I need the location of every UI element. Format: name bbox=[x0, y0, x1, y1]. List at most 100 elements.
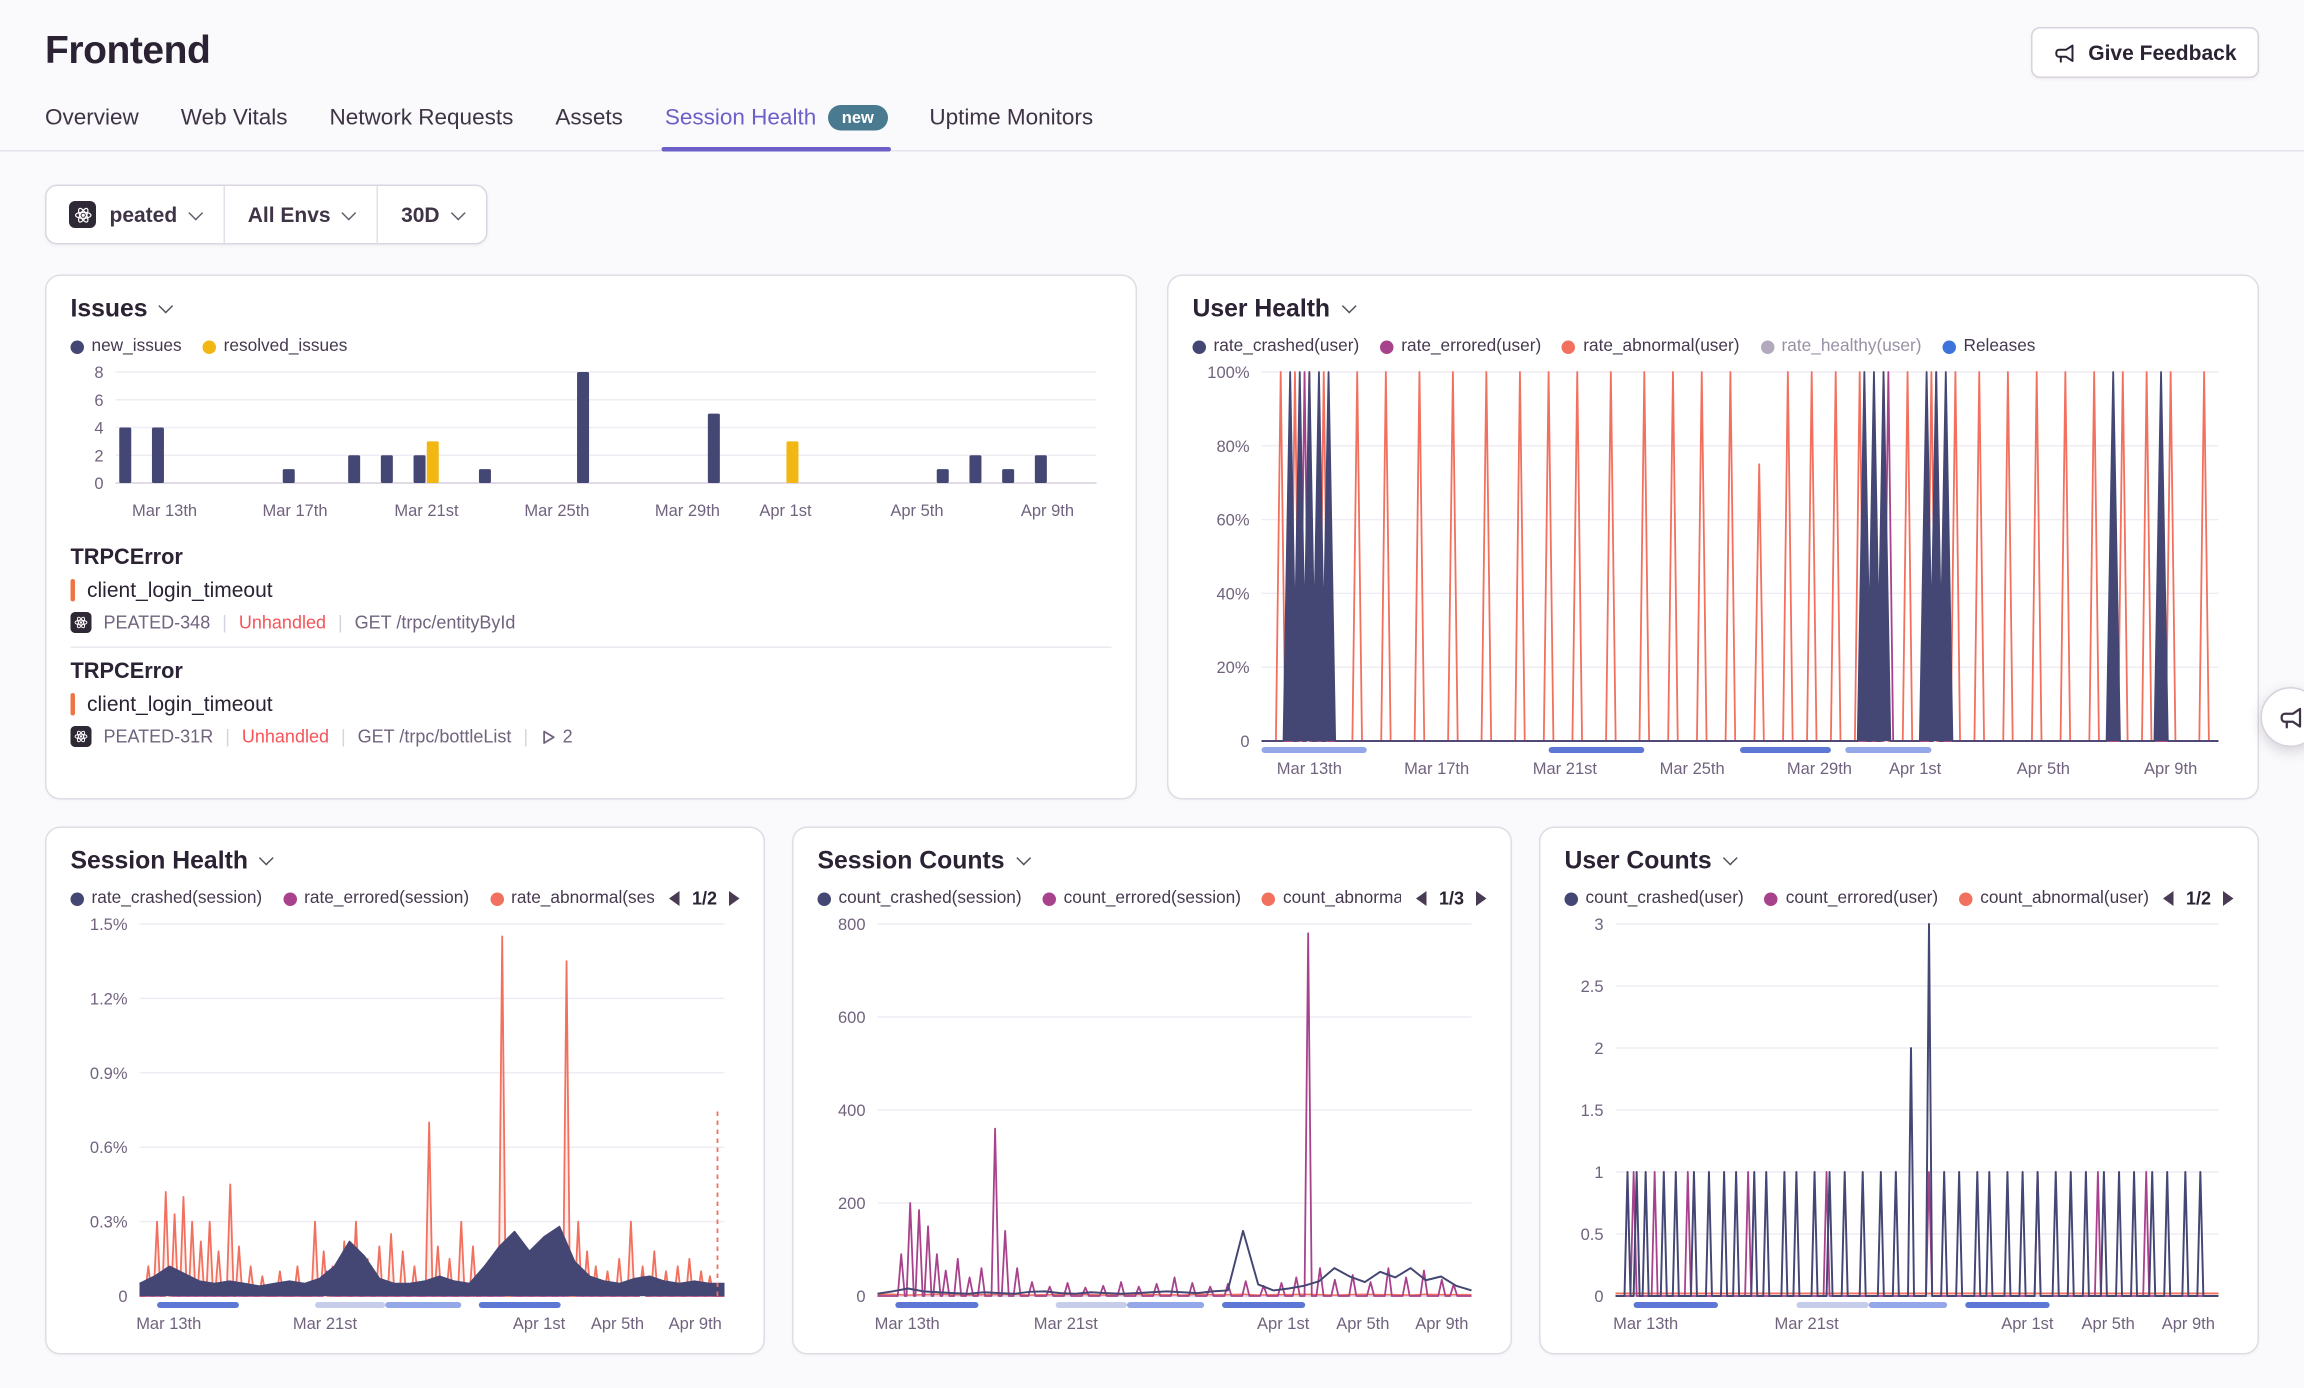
legend-label: count_crashed(user) bbox=[1586, 890, 1744, 908]
svg-text:800: 800 bbox=[838, 916, 866, 934]
issues-bar-chart[interactable]: 86420Mar 13thMar 17thMar 21stMar 25thMar… bbox=[71, 360, 1112, 528]
legend-item[interactable]: rate_crashed(user) bbox=[1193, 338, 1360, 356]
svg-text:Mar 13th: Mar 13th bbox=[132, 502, 197, 520]
pager-next-icon[interactable] bbox=[729, 891, 740, 906]
tab-bar: Overview Web Vitals Network Requests Ass… bbox=[0, 96, 2304, 152]
new-feature-badge: new bbox=[828, 105, 887, 131]
legend-dot-icon bbox=[1043, 892, 1057, 906]
tab-label: Session Health bbox=[665, 105, 816, 131]
svg-text:Mar 13th: Mar 13th bbox=[875, 1315, 940, 1333]
legend-item[interactable]: count_abnormal(user) bbox=[1959, 890, 2148, 908]
svg-text:Apr 9th: Apr 9th bbox=[1021, 502, 1074, 520]
svg-text:Apr 9th: Apr 9th bbox=[1415, 1315, 1468, 1333]
legend-dot-icon bbox=[1562, 340, 1576, 354]
user-counts-panel-title: User Counts bbox=[1565, 848, 1712, 877]
svg-text:Mar 25th: Mar 25th bbox=[1660, 760, 1725, 778]
separator: | bbox=[523, 726, 528, 747]
legend-item[interactable]: count_errored(session) bbox=[1043, 890, 1241, 908]
svg-text:600: 600 bbox=[838, 1009, 866, 1027]
legend-label: count_errored(session) bbox=[1064, 890, 1241, 908]
svg-text:1.5%: 1.5% bbox=[90, 916, 128, 934]
tab-network-requests[interactable]: Network Requests bbox=[330, 96, 514, 150]
issue-row[interactable]: TRPCErrorclient_login_timeoutPEATED-348|… bbox=[71, 534, 1112, 647]
app-viewport: Frontend Give Feedback Overview Web Vita… bbox=[0, 0, 2304, 1388]
tab-web-vitals[interactable]: Web Vitals bbox=[181, 96, 288, 150]
pager-label: 1/3 bbox=[1439, 888, 1464, 909]
separator: | bbox=[222, 612, 227, 633]
legend-item[interactable]: Releases bbox=[1943, 338, 2036, 356]
legend-label: new_issues bbox=[92, 338, 182, 356]
issue-type-link[interactable]: TRPCError bbox=[71, 546, 1112, 570]
issue-transaction: GET /trpc/entityById bbox=[355, 612, 516, 633]
tab-label: Network Requests bbox=[330, 105, 514, 131]
legend-item[interactable]: rate_errored(user) bbox=[1380, 338, 1541, 356]
chevron-down-icon bbox=[451, 205, 466, 220]
pager-next-icon[interactable] bbox=[1476, 891, 1487, 906]
svg-text:2: 2 bbox=[1594, 1040, 1603, 1058]
pager-prev-icon[interactable] bbox=[1416, 891, 1427, 906]
legend-item[interactable]: rate_abnormal(session) bbox=[490, 890, 654, 908]
pager-next-icon[interactable] bbox=[2223, 891, 2234, 906]
user-health-panel-title: User Health bbox=[1193, 296, 1331, 325]
tab-assets[interactable]: Assets bbox=[555, 96, 623, 150]
issues-list: TRPCErrorclient_login_timeoutPEATED-348|… bbox=[71, 534, 1112, 761]
date-range-filter[interactable]: 30D bbox=[377, 186, 486, 243]
svg-text:Mar 17th: Mar 17th bbox=[1404, 760, 1469, 778]
chevron-down-icon[interactable] bbox=[1341, 299, 1356, 314]
legend-dot-icon bbox=[1765, 892, 1779, 906]
legend-item[interactable]: count_crashed(session) bbox=[818, 890, 1022, 908]
tab-session-health[interactable]: Session Health new bbox=[665, 96, 887, 150]
issue-type-link[interactable]: TRPCError bbox=[71, 660, 1112, 684]
legend-item[interactable]: count_crashed(user) bbox=[1565, 890, 1744, 908]
issues-panel: Issues new_issuesresolved_issues 86420Ma… bbox=[45, 275, 1137, 800]
pager-label: 1/2 bbox=[692, 888, 717, 909]
svg-text:0.6%: 0.6% bbox=[90, 1139, 128, 1157]
legend-item[interactable]: count_errored(user) bbox=[1765, 890, 1938, 908]
svg-text:Apr 1st: Apr 1st bbox=[513, 1315, 566, 1333]
chevron-down-icon[interactable] bbox=[1723, 851, 1738, 866]
issue-culprit-text: client_login_timeout bbox=[87, 578, 273, 602]
legend-dot-icon bbox=[1761, 340, 1775, 354]
legend-item[interactable]: rate_healthy(user) bbox=[1761, 338, 1922, 356]
legend-dot-icon bbox=[818, 892, 832, 906]
svg-text:3: 3 bbox=[1594, 916, 1603, 934]
give-feedback-button[interactable]: Give Feedback bbox=[2031, 27, 2259, 78]
legend-item[interactable]: rate_errored(session) bbox=[283, 890, 469, 908]
environment-filter[interactable]: All Envs bbox=[224, 186, 377, 243]
user-counts-panel: User Counts count_crashed(user) count_err… bbox=[1539, 827, 2259, 1355]
pager-prev-icon[interactable] bbox=[2163, 891, 2174, 906]
issue-row[interactable]: TRPCErrorclient_login_timeoutPEATED-31R|… bbox=[71, 647, 1112, 761]
tab-label: Assets bbox=[555, 105, 623, 131]
project-filter[interactable]: peated bbox=[47, 186, 224, 243]
page-title: Frontend bbox=[45, 27, 210, 74]
pager-prev-icon[interactable] bbox=[669, 891, 680, 906]
legend-dot-icon bbox=[71, 340, 85, 354]
session-counts-chart[interactable]: 8006004002000Mar 13thMar 21stApr 1stApr … bbox=[818, 912, 1487, 1341]
tab-uptime-monitors[interactable]: Uptime Monitors bbox=[929, 96, 1093, 150]
chevron-down-icon[interactable] bbox=[1016, 851, 1031, 866]
legend-item[interactable]: count_abnormal(session) bbox=[1262, 890, 1401, 908]
environment-filter-label: All Envs bbox=[248, 203, 331, 227]
svg-text:Apr 9th: Apr 9th bbox=[2144, 760, 2197, 778]
tab-overview[interactable]: Overview bbox=[45, 96, 139, 150]
legend-item[interactable]: rate_crashed(session) bbox=[71, 890, 263, 908]
user-counts-chart[interactable]: 32.521.510.50Mar 13thMar 21stApr 1stApr … bbox=[1565, 912, 2234, 1341]
svg-text:0.9%: 0.9% bbox=[90, 1065, 128, 1083]
legend-dot-icon bbox=[203, 340, 217, 354]
svg-text:Mar 29th: Mar 29th bbox=[1787, 760, 1852, 778]
chevron-down-icon[interactable] bbox=[159, 299, 174, 314]
chevron-down-icon[interactable] bbox=[259, 851, 274, 866]
user-health-chart[interactable]: 100%80%60%40%20%0Mar 13thMar 17thMar 21s… bbox=[1193, 360, 2234, 786]
svg-text:0: 0 bbox=[94, 475, 103, 493]
error-level-bar-icon bbox=[71, 578, 76, 601]
dashboard-main: Issues new_issuesresolved_issues 86420Ma… bbox=[0, 275, 2304, 1355]
user-counts-legend: count_crashed(user) count_errored(user) co… bbox=[1565, 890, 2149, 908]
chevron-down-icon bbox=[342, 205, 357, 220]
legend-item[interactable]: new_issues bbox=[71, 338, 182, 356]
legend-item[interactable]: resolved_issues bbox=[203, 338, 348, 356]
unhandled-tag: Unhandled bbox=[242, 726, 329, 747]
svg-text:400: 400 bbox=[838, 1102, 866, 1120]
session-health-chart[interactable]: 1.5%1.2%0.9%0.6%0.3%0Mar 13thMar 21stApr… bbox=[71, 912, 740, 1341]
legend-item[interactable]: rate_abnormal(user) bbox=[1562, 338, 1739, 356]
legend-label: rate_crashed(user) bbox=[1214, 338, 1360, 356]
